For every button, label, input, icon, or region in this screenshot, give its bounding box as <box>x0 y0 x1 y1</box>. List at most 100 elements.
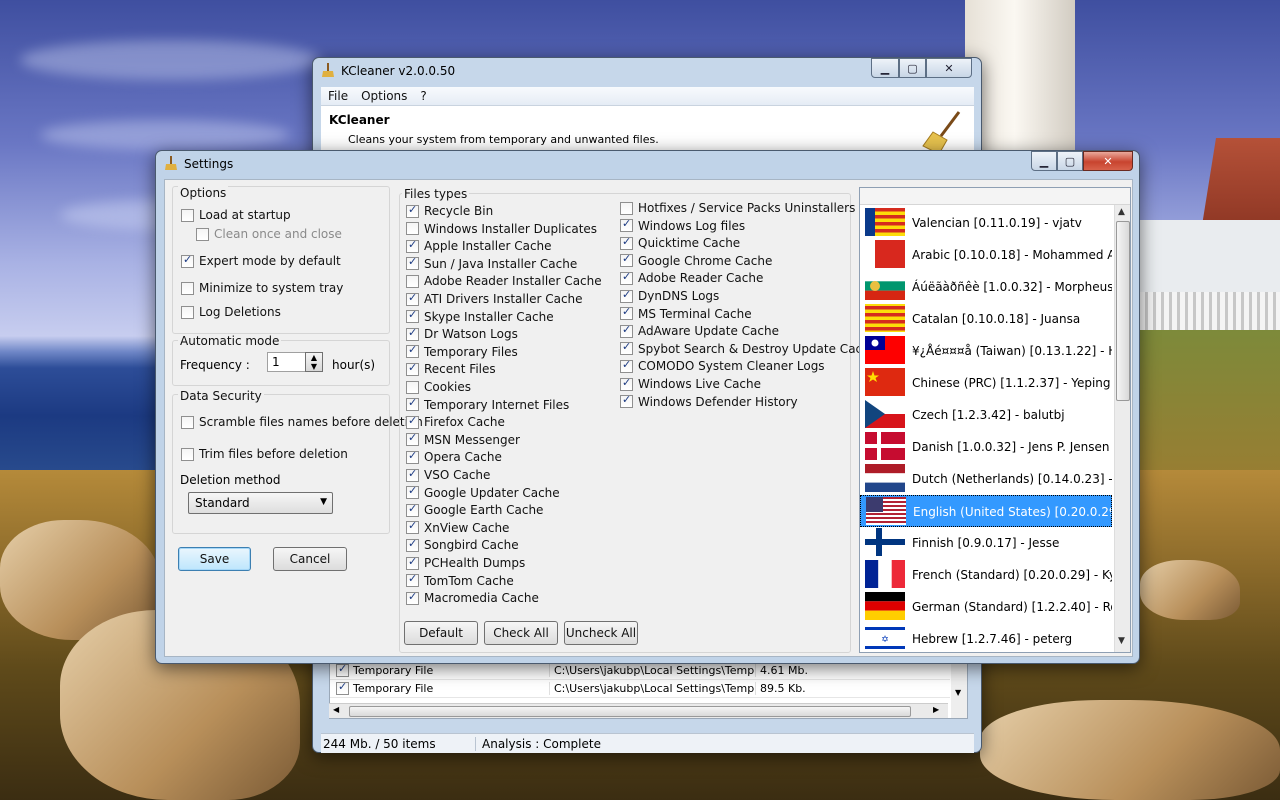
file-type-checkbox[interactable]: VSO Cache <box>406 467 490 482</box>
file-type-checkbox[interactable]: ATI Drivers Installer Cache <box>406 291 583 306</box>
settings-maximize-button[interactable]: ▢ <box>1057 151 1083 171</box>
file-type-checkbox[interactable]: Google Earth Cache <box>406 502 543 517</box>
checkbox-box[interactable] <box>406 308 419 324</box>
checkbox-box[interactable] <box>406 361 419 376</box>
file-type-checkbox[interactable]: Quicktime Cache <box>620 235 740 250</box>
scramble-names-checkbox[interactable]: Scramble files names before deletion <box>181 415 423 429</box>
file-type-checkbox[interactable]: Firefox Cache <box>406 414 505 429</box>
list-vertical-scrollbar[interactable]: ▼ <box>951 662 967 718</box>
checkbox-box[interactable] <box>406 431 419 447</box>
minimize-tray-checkbox[interactable]: Minimize to system tray <box>181 281 343 295</box>
language-item[interactable]: Danish [1.0.0.32] - Jens P. Jensen Tonaj… <box>860 431 1112 463</box>
checkbox-box[interactable] <box>620 217 633 233</box>
file-type-checkbox[interactable]: MS Terminal Cache <box>620 305 752 321</box>
frequency-spinner[interactable]: ▲ ▼ <box>305 352 323 372</box>
file-type-checkbox[interactable]: COMODO System Cleaner Logs <box>620 358 825 373</box>
log-deletions-checkbox[interactable]: Log Deletions <box>181 305 281 319</box>
file-type-checkbox[interactable]: Cookies <box>406 380 471 394</box>
trim-files-checkbox[interactable]: Trim files before deletion <box>181 447 348 461</box>
table-row[interactable]: Temporary File C:\Users\jakubp\Local Set… <box>330 662 950 680</box>
checkbox-box[interactable] <box>406 274 419 288</box>
horizontal-scroll-thumb[interactable] <box>349 706 911 717</box>
checkbox-box[interactable] <box>620 358 633 373</box>
checkbox-box[interactable] <box>406 590 419 605</box>
language-item[interactable]: Arabic [0.10.0.18] - Mohammed Al-Foulad <box>860 239 1112 271</box>
checkbox-box[interactable] <box>620 201 633 215</box>
language-item[interactable]: ¥¿Åé¤¤¤å (Taiwan) [0.13.1.22] - Hugo568 <box>860 335 1112 367</box>
language-item[interactable]: Áúëãàðñêè [1.0.0.32] - Morpheus Presolsk <box>860 271 1112 303</box>
scroll-down-icon[interactable]: ▼ <box>955 688 961 697</box>
settings-close-button[interactable]: ✕ <box>1083 151 1133 171</box>
language-item[interactable]: Finnish [0.9.0.17] - Jesse <box>860 527 1112 559</box>
expert-mode-checkbox[interactable]: Expert mode by default <box>181 253 341 268</box>
file-type-checkbox[interactable]: Skype Installer Cache <box>406 308 554 324</box>
checkbox-box[interactable] <box>620 323 633 338</box>
language-item[interactable]: ✡ Hebrew [1.2.7.46] - peterg <box>860 623 1112 652</box>
scroll-down-icon[interactable]: ▼ <box>1118 636 1125 646</box>
file-type-checkbox[interactable]: AdAware Update Cache <box>620 323 779 338</box>
row-checkbox[interactable] <box>336 680 349 695</box>
checkbox-box[interactable] <box>620 393 633 409</box>
checkbox-box[interactable] <box>406 572 419 588</box>
language-item[interactable]: French (Standard) [0.20.0.29] - Kyle Kat… <box>860 559 1112 591</box>
close-button[interactable]: ✕ <box>926 58 972 78</box>
file-type-checkbox[interactable]: Google Chrome Cache <box>620 252 772 268</box>
minimize-button[interactable]: ▁ <box>871 58 899 78</box>
settings-titlebar[interactable]: Settings ▁ ▢ ✕ <box>156 151 1139 177</box>
file-type-checkbox[interactable]: Windows Installer Duplicates <box>406 222 597 236</box>
menu-options[interactable]: Options <box>354 87 413 103</box>
language-item[interactable]: Catalan [0.10.0.18] - Juansa <box>860 303 1112 335</box>
file-type-checkbox[interactable]: Recycle Bin <box>406 203 493 218</box>
file-type-checkbox[interactable]: Adobe Reader Installer Cache <box>406 274 602 288</box>
file-type-checkbox[interactable]: Adobe Reader Cache <box>620 270 763 285</box>
file-type-checkbox[interactable]: XnView Cache <box>406 519 509 535</box>
language-item[interactable]: Chinese (PRC) [1.1.2.37] - Yeping Xiao <box>860 367 1112 399</box>
checkbox-box[interactable] <box>406 414 419 429</box>
file-type-checkbox[interactable]: Hotfixes / Service Packs Uninstallers <box>620 201 855 215</box>
file-type-checkbox[interactable]: Windows Live Cache <box>620 376 761 391</box>
checkbox-box[interactable] <box>406 222 419 236</box>
checkbox-box[interactable] <box>620 340 633 356</box>
file-type-checkbox[interactable]: Google Updater Cache <box>406 484 560 500</box>
checkbox-box[interactable] <box>620 376 633 391</box>
maximize-button[interactable]: ▢ <box>899 58 926 78</box>
deletion-method-select[interactable]: Standard ▼ <box>188 492 333 514</box>
default-button[interactable]: Default <box>404 621 478 645</box>
language-item[interactable]: Valencian [0.11.0.19] - vjatv <box>860 207 1112 239</box>
menu-file[interactable]: File <box>321 87 354 103</box>
checkbox-box[interactable] <box>406 343 419 359</box>
file-type-checkbox[interactable]: Spybot Search & Destroy Update Cache <box>620 340 877 356</box>
file-type-checkbox[interactable]: PCHealth Dumps <box>406 555 525 570</box>
language-list[interactable]: Valencian [0.11.0.19] - vjatv Arabic [0.1… <box>859 187 1131 653</box>
file-type-checkbox[interactable]: TomTom Cache <box>406 572 514 588</box>
table-row[interactable]: Temporary File C:\Users\jakubp\Local Set… <box>330 680 950 698</box>
checkbox-box[interactable] <box>406 255 419 271</box>
checkbox-box[interactable] <box>620 305 633 321</box>
checkbox-box[interactable] <box>406 291 419 306</box>
file-type-checkbox[interactable]: Apple Installer Cache <box>406 238 552 253</box>
language-item[interactable]: German (Standard) [1.2.2.40] - Rolf Wiss… <box>860 591 1112 623</box>
scroll-up-icon[interactable]: ▲ <box>1118 207 1125 217</box>
file-type-checkbox[interactable]: Sun / Java Installer Cache <box>406 255 577 271</box>
checkbox-box[interactable] <box>620 270 633 285</box>
spin-down-icon[interactable]: ▼ <box>306 362 322 371</box>
language-scroll-thumb[interactable] <box>1116 221 1130 401</box>
menu-help[interactable]: ? <box>413 87 432 103</box>
uncheck-all-button[interactable]: Uncheck All <box>564 621 638 645</box>
checkbox-box[interactable] <box>406 380 419 394</box>
checkbox-box[interactable] <box>406 537 419 552</box>
checkbox-box[interactable] <box>406 326 419 341</box>
checkbox-box[interactable] <box>406 555 419 570</box>
language-item[interactable]: Dutch (Netherlands) [0.14.0.23] - Martij… <box>860 463 1112 495</box>
file-type-checkbox[interactable]: Songbird Cache <box>406 537 519 552</box>
save-button[interactable]: Save <box>178 547 251 571</box>
row-checkbox[interactable] <box>336 662 349 677</box>
file-type-checkbox[interactable]: DynDNS Logs <box>620 288 719 303</box>
cancel-button[interactable]: Cancel <box>273 547 347 571</box>
list-horizontal-scrollbar[interactable]: ◀ ▶ <box>329 703 948 718</box>
checkbox-box[interactable] <box>406 502 419 517</box>
settings-minimize-button[interactable]: ▁ <box>1031 151 1057 171</box>
checkbox-box[interactable] <box>620 235 633 250</box>
check-all-button[interactable]: Check All <box>484 621 558 645</box>
file-type-checkbox[interactable]: Macromedia Cache <box>406 590 539 605</box>
